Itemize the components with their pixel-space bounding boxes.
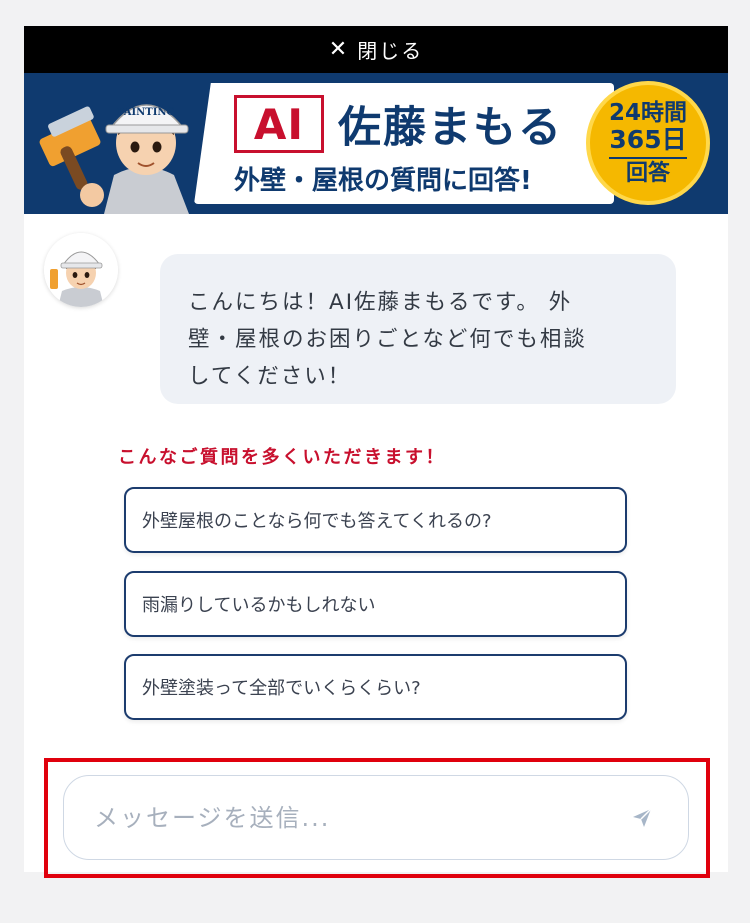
faq-button-label: 外壁塗装って全部でいくらくらい? <box>142 678 421 699</box>
banner-subtitle: 外壁・屋根の質問に回答! <box>234 165 532 196</box>
badge-hours: 24時間 <box>608 100 687 126</box>
faq-button[interactable]: 雨漏りしているかもしれない <box>124 571 627 637</box>
support-hours-badge: 24時間 365日 回答 <box>586 81 710 205</box>
faq-button[interactable]: 外壁塗装って全部でいくらくらい? <box>124 654 627 720</box>
bot-message-line: してください！ <box>188 364 352 389</box>
ai-label: AI <box>253 99 305 149</box>
faq-button-label: 雨漏りしているかもしれない <box>142 595 376 616</box>
badge-answer: 回答 <box>625 161 670 186</box>
header-banner: PAINTING AI 佐藤まもる 外壁・屋根の質問に回答! 24時間 365日… <box>24 73 728 214</box>
badge-days: 365日 <box>609 125 687 154</box>
message-input[interactable] <box>92 794 616 842</box>
message-input-container <box>63 775 689 860</box>
badge-divider <box>609 157 687 159</box>
faq-heading: こんなご質問を多くいただきます！ <box>118 447 446 468</box>
faq-button[interactable]: 外壁屋根のことなら何でも答えてくれるの? <box>124 487 627 553</box>
helmet-logo-text: PAINTING <box>117 107 175 118</box>
close-label: 閉じる <box>357 39 424 63</box>
bot-message-line: こんにちは！AI佐藤まもるです。 外 <box>188 290 573 315</box>
bot-avatar-icon <box>44 233 118 307</box>
send-icon[interactable] <box>630 806 654 830</box>
ai-label-box: AI <box>234 95 324 153</box>
bot-message-bubble: こんにちは！AI佐藤まもるです。 外 壁・屋根のお困りごとなど何でも相談 してく… <box>160 254 676 404</box>
faq-button-label: 外壁屋根のことなら何でも答えてくれるの? <box>142 511 492 532</box>
bot-avatar <box>44 233 118 307</box>
banner-name: 佐藤まもる <box>338 103 563 153</box>
close-button[interactable]: ✕ 閉じる <box>24 26 728 73</box>
bot-message-line: 壁・屋根のお困りごとなど何でも相談 <box>188 327 587 352</box>
close-icon: ✕ <box>328 37 350 62</box>
mascot-illustration: PAINTING <box>39 104 189 214</box>
